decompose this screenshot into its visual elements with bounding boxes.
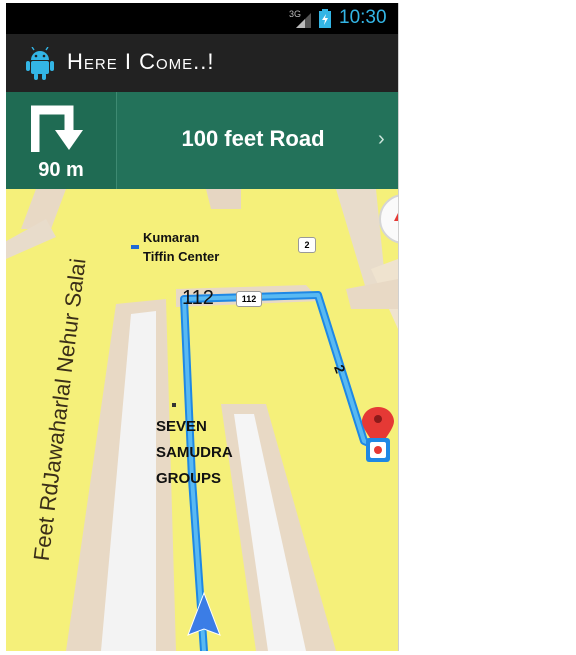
- battery-icon: [319, 9, 331, 28]
- place-label-seven: SEVEN: [156, 418, 207, 435]
- place-label-groups: GROUPS: [156, 470, 222, 487]
- highway-shield-112: 112: [236, 291, 262, 307]
- next-turn: 90 m: [6, 92, 117, 189]
- turn-right-icon: [31, 105, 83, 152]
- place-label-tiffin-center: Tiffin Center: [143, 249, 220, 264]
- android-icon[interactable]: [24, 47, 56, 81]
- signal-icon: [296, 13, 311, 28]
- route-number-label: 112: [182, 287, 214, 309]
- highway-shield-2: 2: [298, 237, 316, 253]
- place-label-kumaran: Kumaran: [143, 230, 200, 245]
- road-name: 100 feet Road: [181, 126, 325, 151]
- turn-distance: 90 m: [38, 159, 84, 181]
- phone-screen: 3G 10:30 Here I Come..! 90 m 100 feet Ro…: [6, 3, 399, 651]
- status-time: 10:30: [339, 7, 387, 28]
- app-title: Here I Come..!: [67, 49, 215, 74]
- navigation-banner[interactable]: 90 m 100 feet Road ›: [6, 92, 398, 189]
- status-bar: 3G 10:30: [6, 3, 398, 34]
- action-bar: Here I Come..!: [6, 34, 398, 92]
- map-pin-icon[interactable]: [362, 407, 394, 462]
- map-view[interactable]: Kumaran Tiffin Center 112 112 2 2 SEVEN …: [6, 189, 398, 651]
- chevron-right-icon[interactable]: ›: [378, 128, 385, 151]
- place-label-samudra: SAMUDRA: [156, 444, 233, 461]
- navigation-arrow-icon: [187, 591, 221, 636]
